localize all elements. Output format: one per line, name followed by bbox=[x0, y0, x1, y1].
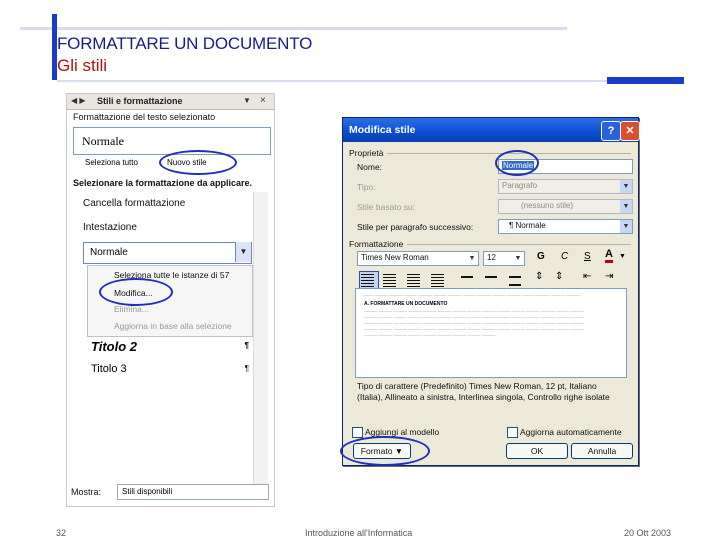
size-select[interactable]: 12 ▼ bbox=[483, 251, 525, 266]
paragraph-icon: ¶ bbox=[244, 364, 249, 373]
chevron-down-icon: ▼ bbox=[620, 180, 632, 193]
dropdown-icon[interactable]: ▼ bbox=[243, 96, 251, 105]
show-select[interactable]: Stili disponibili bbox=[117, 484, 269, 500]
slide-subtitle: Gli stili bbox=[57, 56, 108, 75]
style-item-title2[interactable]: Titolo 2 ¶ bbox=[91, 339, 249, 354]
style-description: Tipo di carattere (Predefinito) Times Ne… bbox=[357, 381, 610, 402]
select-all-button[interactable]: Seleziona tutto bbox=[85, 158, 138, 167]
preview-following-text-4: ——— ——— ——— ——— ——— ——— ——— ——— ——— ——— … bbox=[364, 327, 585, 332]
auto-update-checkbox[interactable] bbox=[507, 427, 518, 438]
based-on-select: (nessuno stile) ▼ bbox=[498, 199, 633, 214]
preview-previous-text: —— ——— ——— ——— ——— ——— ——— ——— ——— ——— —… bbox=[364, 293, 580, 298]
auto-update-label: Aggiorna automaticamente bbox=[520, 427, 622, 437]
spacing-single-icon[interactable] bbox=[461, 276, 473, 278]
arrows-icon[interactable]: ◀ ▶ bbox=[71, 96, 86, 105]
paragraph-icon: ¶ bbox=[244, 341, 249, 350]
preview-following-text-2: ——— ——— ——— ——— ——— ——— ——— ——— ——— ——— … bbox=[364, 315, 585, 320]
style-item-heading[interactable]: Intestazione¶ bbox=[83, 222, 267, 233]
font-color-icon[interactable]: A bbox=[605, 249, 613, 263]
spacing-half-icon[interactable] bbox=[485, 276, 497, 278]
next-style-label: Stile per paragrafo successivo: bbox=[357, 222, 474, 232]
modify-style-dialog: Modifica stile ? ✕ Proprietà Nome: Norma… bbox=[342, 117, 640, 466]
bold-button[interactable]: G bbox=[537, 251, 545, 262]
chevron-down-icon: ▼ bbox=[620, 200, 632, 213]
indent-decrease-icon[interactable]: ⇤ bbox=[583, 271, 591, 282]
highlight-new-style bbox=[159, 150, 237, 175]
properties-label: Proprietà bbox=[349, 148, 384, 158]
align-center-icon[interactable] bbox=[383, 274, 396, 287]
title-accent-bar bbox=[607, 77, 684, 84]
preview-sample-text: A. FORMATTARE UN DOCUMENTO bbox=[364, 301, 448, 307]
page-number: 32 bbox=[56, 528, 67, 538]
chevron-down-icon[interactable]: ▼ bbox=[235, 242, 251, 262]
highlight-format-button bbox=[340, 436, 430, 466]
align-right-icon[interactable] bbox=[407, 274, 420, 287]
footer-course: Introduzione all'Informatica bbox=[305, 528, 413, 538]
task-pane-title: Stili e formattazione bbox=[97, 96, 183, 106]
type-label: Tipo: bbox=[357, 182, 376, 192]
current-style-value: Normale bbox=[82, 134, 124, 148]
close-icon[interactable]: × bbox=[260, 95, 266, 106]
task-pane-header: ◀ ▶ Stili e formattazione ▼ × bbox=[67, 94, 274, 110]
section-apply-label: Selezionare la formattazione da applicar… bbox=[73, 178, 253, 188]
add-template-checkbox[interactable] bbox=[352, 427, 363, 438]
based-on-label: Stile basato su: bbox=[357, 202, 416, 212]
preview-following-text-3: ——— ——— ——— ——— ——— ——— ——— ——— ——— ——— … bbox=[364, 321, 585, 326]
chevron-down-icon[interactable]: ▼ bbox=[619, 253, 626, 260]
show-label: Mostra: bbox=[71, 487, 102, 497]
indent-increase-icon[interactable]: ⇥ bbox=[605, 271, 613, 282]
style-item-normal[interactable]: Normale bbox=[83, 242, 252, 264]
preview-following-text-5: ——— ——— ——— ——— ——— ——— ——— ——— ——— bbox=[364, 333, 496, 338]
preview-following-text-1: ——— ——— ——— ——— ——— ——— ——— ——— ——— ——— … bbox=[364, 309, 585, 314]
underline-button[interactable]: S bbox=[584, 251, 591, 262]
spacing-after-icon[interactable]: ⇕ bbox=[555, 271, 563, 282]
chevron-down-icon[interactable]: ▼ bbox=[620, 220, 632, 233]
section-current-label: Formattazione del testo selezionato bbox=[73, 112, 216, 122]
dialog-titlebar: Modifica stile ? ✕ bbox=[343, 118, 640, 142]
dialog-title: Modifica stile bbox=[349, 124, 416, 136]
formatting-divider bbox=[407, 244, 631, 245]
highlight-name-field bbox=[495, 150, 539, 176]
spacing-double-icon[interactable] bbox=[509, 276, 521, 286]
style-item-title3[interactable]: Titolo 3 ¶ bbox=[91, 363, 249, 375]
style-item-clear[interactable]: Cancella formattazione bbox=[83, 198, 267, 209]
spacing-before-icon[interactable]: ⇕ bbox=[535, 271, 543, 282]
current-style-box: Normale bbox=[73, 127, 271, 155]
header-line bbox=[57, 27, 567, 30]
style-list-scrollbar[interactable] bbox=[253, 192, 268, 498]
justify-icon[interactable] bbox=[431, 274, 444, 287]
align-left-icon bbox=[361, 274, 374, 287]
next-style-select[interactable]: ¶ Normale ▼ bbox=[498, 219, 633, 234]
menu-update: Aggiorna in base alla selezione bbox=[114, 321, 232, 331]
formatting-label: Formattazione bbox=[349, 239, 404, 249]
title-underline bbox=[57, 80, 607, 82]
font-select[interactable]: Times New Roman ▼ bbox=[357, 251, 479, 266]
ok-button[interactable]: OK bbox=[506, 443, 568, 459]
header-line-left bbox=[20, 27, 52, 30]
italic-button[interactable]: C bbox=[561, 251, 568, 262]
name-label: Nome: bbox=[357, 162, 383, 172]
highlight-modify bbox=[99, 278, 173, 306]
type-select: Paragrafo ▼ bbox=[498, 179, 633, 194]
cancel-button[interactable]: Annulla bbox=[571, 443, 633, 459]
style-preview: —— ——— ——— ——— ——— ——— ——— ——— ——— ——— —… bbox=[355, 288, 627, 378]
footer-date: 20 Ott 2003 bbox=[624, 528, 672, 538]
slide-title: FORMATTARE UN DOCUMENTO bbox=[57, 34, 313, 53]
close-icon[interactable]: ✕ bbox=[620, 121, 640, 141]
help-icon[interactable]: ? bbox=[601, 121, 621, 141]
chevron-down-icon[interactable]: ▼ bbox=[512, 252, 524, 265]
chevron-down-icon[interactable]: ▼ bbox=[466, 252, 478, 265]
